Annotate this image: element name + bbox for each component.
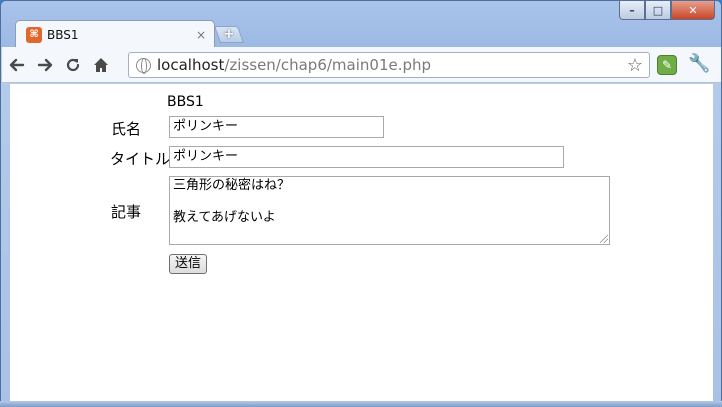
name-label: 氏名 bbox=[111, 120, 142, 138]
close-window-button[interactable]: ✕ bbox=[671, 1, 715, 20]
body-label: 記事 bbox=[111, 203, 142, 221]
window-bottom-edge bbox=[0, 401, 722, 407]
wrench-icon[interactable]: 🔧 bbox=[688, 53, 710, 74]
name-input[interactable]: ポリンキー bbox=[169, 116, 384, 138]
address-bar[interactable]: localhost/zissen/chap6/main01e.php ☆ bbox=[128, 52, 650, 78]
maximize-button[interactable]: □ bbox=[645, 1, 671, 20]
submit-button[interactable]: 送信 bbox=[169, 254, 208, 274]
globe-icon bbox=[136, 57, 151, 74]
tab-title: BBS1 bbox=[47, 27, 79, 42]
body-text: 三角形の秘密はね？ 教えてあげないよ bbox=[173, 178, 291, 225]
back-icon bbox=[9, 58, 25, 71]
tab-close-icon[interactable]: × bbox=[196, 28, 206, 42]
title-label: タイトル bbox=[110, 150, 171, 168]
url-path: /zissen/chap6/main01e.php bbox=[224, 56, 432, 74]
reload-button[interactable] bbox=[60, 52, 86, 78]
back-button[interactable] bbox=[4, 52, 30, 78]
url-text: localhost/zissen/chap6/main01e.php bbox=[157, 56, 431, 74]
tab-bbs1[interactable]: ⌘ BBS1 × bbox=[15, 20, 215, 48]
plus-icon: + bbox=[223, 27, 235, 42]
xampp-favicon-icon: ⌘ bbox=[26, 26, 42, 43]
tab-strip: – □ ✕ ⌘ BBS1 × + bbox=[1, 1, 721, 48]
page-content: BBS1 氏名 ポリンキー タイトル ポリンキー 記事 三角形の秘密はね？ 教え… bbox=[10, 84, 713, 402]
forward-icon bbox=[37, 58, 53, 71]
resize-grip-icon[interactable] bbox=[600, 235, 608, 243]
body-textarea[interactable]: 三角形の秘密はね？ 教えてあげないよ bbox=[169, 176, 610, 245]
home-icon bbox=[94, 57, 108, 72]
evernote-icon[interactable]: ✎ bbox=[657, 55, 677, 75]
title-input[interactable]: ポリンキー bbox=[169, 146, 564, 168]
browser-toolbar: localhost/zissen/chap6/main01e.php ☆ ✎ 🔧 bbox=[2, 47, 721, 83]
url-host: localhost bbox=[157, 56, 225, 74]
home-button[interactable] bbox=[88, 52, 114, 78]
star-icon[interactable]: ☆ bbox=[627, 55, 643, 76]
window-controls: – □ ✕ bbox=[619, 1, 715, 21]
page-title: BBS1 bbox=[167, 94, 204, 110]
forward-button[interactable] bbox=[32, 52, 58, 78]
reload-icon bbox=[66, 58, 80, 71]
minimize-button[interactable]: – bbox=[619, 1, 645, 20]
new-tab-button[interactable]: + bbox=[213, 26, 245, 43]
browser-window: – □ ✕ ⌘ BBS1 × + localhost/zissen/chap6/… bbox=[0, 0, 722, 407]
